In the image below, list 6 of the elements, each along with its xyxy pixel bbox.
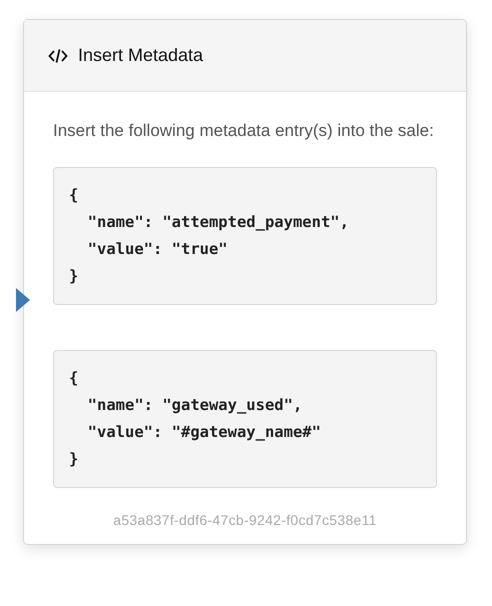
description-text: Insert the following metadata entry(s) into the sale: [53, 120, 435, 142]
code-block: { "name": "attempted_payment", "value": "true" } [53, 167, 437, 305]
panel-title: Insert Metadata [78, 45, 204, 66]
code-icon [48, 48, 68, 64]
code-block: { "name": "gateway_used", "value": "#gateway_name#" } [53, 350, 437, 488]
identifier-text: a53a837f-ddf6-47cb-9242-f0cd7c538e11 [113, 512, 377, 528]
